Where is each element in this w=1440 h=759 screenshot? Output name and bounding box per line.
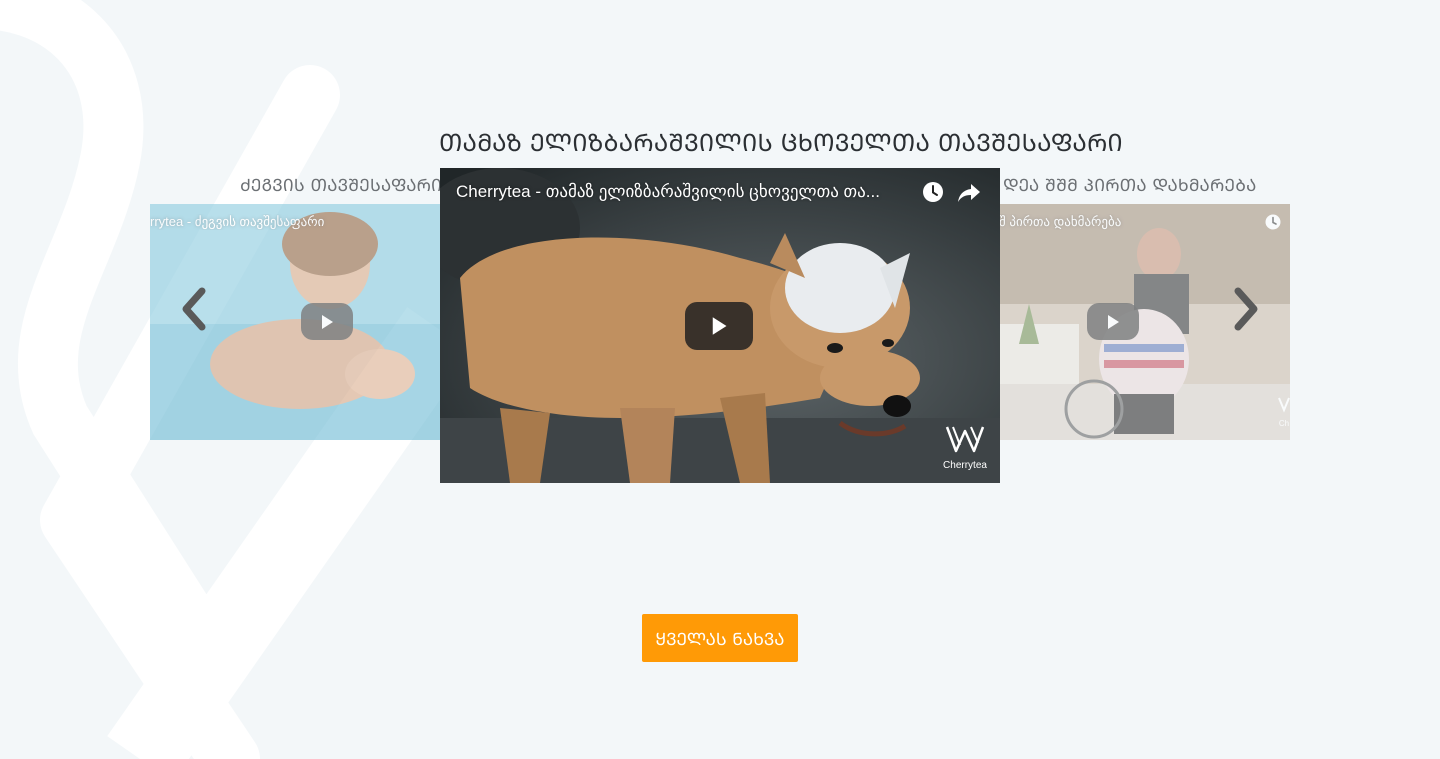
share-icon[interactable] <box>957 183 981 203</box>
watch-later-icon[interactable] <box>922 181 944 203</box>
right-play-button[interactable] <box>1087 303 1139 340</box>
right-brand-text: Ch <box>1278 419 1290 428</box>
center-brand-text: Cherrytea <box>943 460 987 471</box>
center-play-button[interactable] <box>685 302 753 350</box>
view-all-button[interactable]: ᲧᲕᲔᲚᲐᲡ ᲜᲐᲮᲕᲐ <box>642 614 798 662</box>
left-play-button[interactable] <box>301 303 353 340</box>
carousel-next-button[interactable] <box>1230 287 1260 331</box>
play-icon <box>712 317 727 335</box>
right-brand-logo: Ch <box>1277 396 1290 428</box>
carousel-prev-button[interactable] <box>180 287 210 331</box>
left-video-title: rrytea - ძეგვის თავშესაფარი <box>150 214 325 229</box>
right-video-title: შ პირთა დახმარება <box>999 214 1122 229</box>
left-video-caption: ᲫᲔᲒᲕᲘᲡ ᲗᲐᲕᲨᲔᲡᲐᲤᲐᲠᲘ <box>240 176 443 196</box>
cherrytea-logo-icon <box>1278 397 1290 413</box>
center-video-title[interactable]: Cherrytea - თამაზ ელიზბარაშვილის ცხოველთ… <box>456 182 921 202</box>
right-video-caption: ᲓᲔᲐ ᲨᲨᲛ ᲞᲘᲠᲗᲐ ᲓᲐᲮᲛᲐᲠᲔᲑᲐ <box>1003 176 1257 196</box>
play-icon <box>1108 314 1119 329</box>
page: ᲗᲐᲛᲐᲖ ᲔᲚᲘᲖᲑᲐᲠᲐᲨᲕᲘᲚᲘᲡ ᲪᲮᲝᲕᲔᲚᲗᲐ ᲗᲐᲕᲨᲔᲡᲐᲤᲐᲠ… <box>0 0 1440 759</box>
section-title: ᲗᲐᲛᲐᲖ ᲔᲚᲘᲖᲑᲐᲠᲐᲨᲕᲘᲚᲘᲡ ᲪᲮᲝᲕᲔᲚᲗᲐ ᲗᲐᲕᲨᲔᲡᲐᲤᲐᲠ… <box>439 129 1123 157</box>
cherrytea-logo-icon <box>945 426 985 453</box>
center-brand-logo: Cherrytea <box>940 423 990 471</box>
play-icon <box>322 314 333 329</box>
center-video-player[interactable]: Cherrytea - თამაზ ელიზბარაშვილის ცხოველთ… <box>440 168 1000 483</box>
watch-later-icon[interactable] <box>1265 214 1281 230</box>
